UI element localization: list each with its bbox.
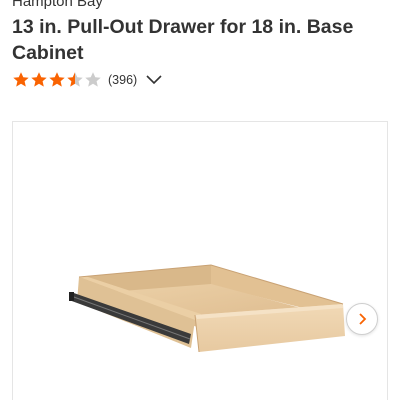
- product-image[interactable]: [13, 122, 389, 400]
- star-filled-icon: [13, 72, 29, 87]
- rating-summary[interactable]: (396): [12, 70, 163, 90]
- star-filled-icon: [49, 72, 65, 87]
- brand-name[interactable]: Hampton Bay: [12, 0, 103, 11]
- star-filled-icon: [31, 72, 47, 87]
- product-image-card[interactable]: [12, 121, 388, 400]
- review-count[interactable]: (396): [108, 71, 137, 89]
- star-empty-icon: [85, 72, 101, 87]
- next-image-button[interactable]: [346, 303, 378, 335]
- chevron-down-icon[interactable]: [145, 71, 163, 89]
- star-half-icon: [67, 72, 83, 87]
- product-title: 13 in. Pull-Out Drawer for 18 in. Base C…: [12, 16, 354, 64]
- chevron-right-icon: [359, 313, 367, 325]
- star-rating: [12, 71, 102, 89]
